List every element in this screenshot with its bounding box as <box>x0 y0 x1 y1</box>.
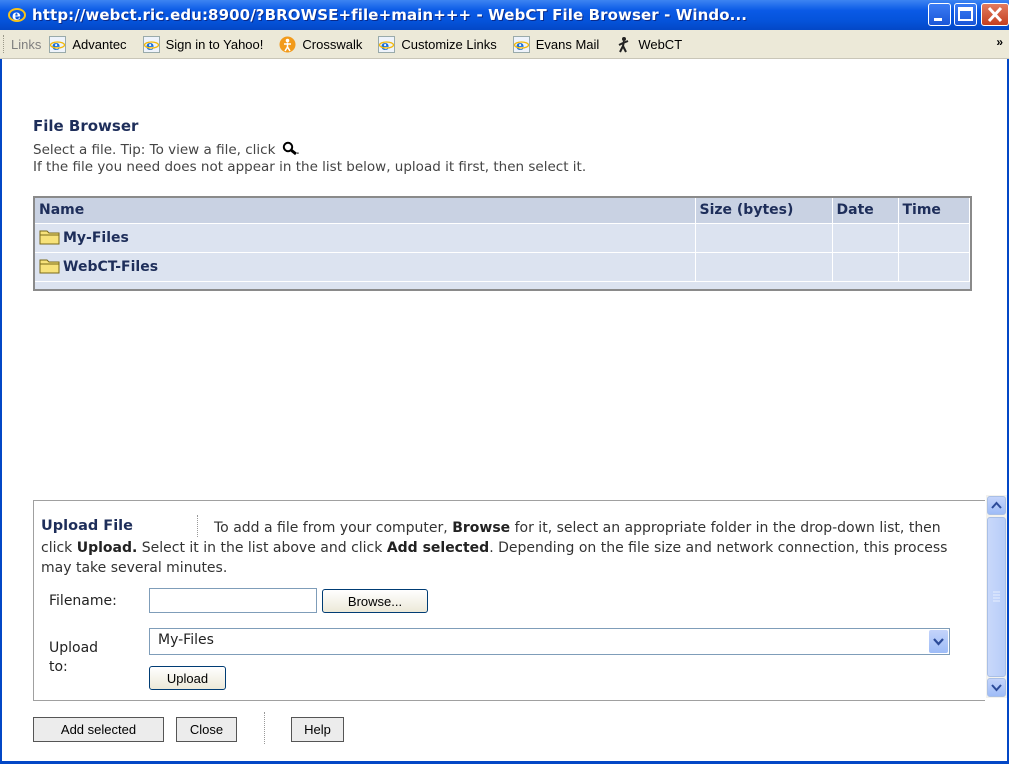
upload-panel: To add a file from your computer, Browse… <box>33 500 985 701</box>
upload-to-label-line: Upload <box>49 640 99 656</box>
scroll-down-icon[interactable] <box>987 678 1006 697</box>
add-selected-button[interactable]: Add selected <box>33 717 164 742</box>
ie-icon: e <box>512 35 530 54</box>
file-table: Name Size (bytes) Date Time My-Files Web… <box>35 198 970 282</box>
svg-text:e: e <box>516 39 524 53</box>
file-name[interactable]: My-Files <box>63 230 129 246</box>
file-date-cell <box>832 223 899 253</box>
link-advantec[interactable]: e Advantec <box>49 35 127 54</box>
close-window-button[interactable] <box>981 3 1009 26</box>
svg-text:e: e <box>381 39 389 53</box>
file-list: Name Size (bytes) Date Time My-Files Web… <box>33 196 972 291</box>
tip-text: Select a file. Tip: To view a file, clic… <box>33 141 300 158</box>
file-date-cell <box>832 252 899 282</box>
upload-title: Upload File <box>41 518 133 534</box>
filename-label: Filename: <box>49 593 117 609</box>
link-label: Sign in to Yahoo! <box>165 36 264 52</box>
window-frame-left <box>0 59 2 764</box>
toolbar-grip[interactable] <box>3 35 6 53</box>
file-name-cell[interactable]: WebCT-Files <box>35 252 696 282</box>
file-time-cell <box>898 252 970 282</box>
overflow-chevron-icon[interactable]: » <box>996 35 1003 49</box>
vertical-scrollbar[interactable] <box>986 495 1007 698</box>
links-toolbar: Links e Advantec e Sign in to Yahoo! Cro… <box>0 30 1009 59</box>
browse-button[interactable]: Browse... <box>322 589 428 613</box>
magnifier-icon <box>282 141 297 156</box>
file-name-cell[interactable]: My-Files <box>35 223 696 253</box>
svg-text:e: e <box>146 39 154 53</box>
link-label: Customize Links <box>401 36 497 52</box>
divider <box>264 712 265 744</box>
column-header-name[interactable]: Name <box>35 198 696 224</box>
table-row[interactable]: My-Files <box>35 223 970 253</box>
filename-input[interactable] <box>149 588 317 613</box>
minimize-button[interactable] <box>928 3 951 26</box>
divider <box>197 515 198 537</box>
upload-button[interactable]: Upload <box>149 666 226 690</box>
close-button[interactable]: Close <box>176 717 237 742</box>
ie-icon: e <box>378 35 396 54</box>
file-name[interactable]: WebCT-Files <box>63 259 158 275</box>
link-sign-in-yahoo[interactable]: e Sign in to Yahoo! <box>142 35 264 54</box>
upload-desc-add: Add selected <box>386 540 490 556</box>
link-label: Advantec <box>72 36 127 52</box>
upload-desc-browse: Browse <box>452 520 511 536</box>
scroll-up-icon[interactable] <box>987 496 1006 515</box>
upload-desc-upload: Upload. <box>76 540 138 556</box>
tip-prefix: Select a file. Tip: To view a file, clic… <box>33 142 276 158</box>
link-customize-links[interactable]: e Customize Links <box>378 35 497 54</box>
crosswalk-icon <box>279 36 296 53</box>
column-header-date[interactable]: Date <box>832 198 899 224</box>
svg-text:e: e <box>12 8 21 24</box>
upload-to-label-line: to: <box>49 659 68 675</box>
upload-to-label: Upload to: <box>49 639 98 677</box>
file-size-cell <box>695 223 833 253</box>
window-title: http://webct.ric.edu:8900/?BROWSE+file+m… <box>32 6 748 24</box>
links-label: Links <box>11 36 42 52</box>
upload-desc-part: To add a file from your computer, <box>214 520 448 536</box>
page-title: File Browser <box>33 117 139 135</box>
ie-icon: e <box>8 6 26 24</box>
folder-icon <box>39 229 61 245</box>
link-evans-mail[interactable]: e Evans Mail <box>512 35 600 54</box>
upload-desc-part: Select it in the list above and click <box>141 540 383 556</box>
ie-icon: e <box>49 35 67 54</box>
column-header-time[interactable]: Time <box>898 198 970 224</box>
upload-description: To add a file from your computer, Browse… <box>41 518 971 578</box>
file-size-cell <box>695 252 833 282</box>
upload-folder-select[interactable]: My-Files <box>149 628 950 655</box>
table-row[interactable]: WebCT-Files <box>35 252 970 282</box>
maximize-button[interactable] <box>954 3 977 26</box>
help-button[interactable]: Help <box>291 717 344 742</box>
selected-folder: My-Files <box>158 632 214 648</box>
tip-text-2: If the file you need does not appear in … <box>33 159 587 175</box>
link-label: Crosswalk <box>302 36 363 52</box>
chevron-down-icon[interactable] <box>929 630 948 653</box>
link-label: Evans Mail <box>535 36 600 52</box>
link-webct[interactable]: WebCT <box>615 36 682 53</box>
webct-icon <box>615 36 632 53</box>
title-bar: e http://webct.ric.edu:8900/?BROWSE+file… <box>0 0 1009 30</box>
folder-icon <box>39 258 61 274</box>
ie-icon: e <box>142 35 160 54</box>
file-time-cell <box>898 223 970 253</box>
scrollbar-thumb[interactable] <box>987 517 1006 677</box>
column-header-size[interactable]: Size (bytes) <box>695 198 833 224</box>
link-label: WebCT <box>638 36 683 52</box>
link-crosswalk[interactable]: Crosswalk <box>279 36 362 53</box>
svg-text:e: e <box>52 39 60 53</box>
